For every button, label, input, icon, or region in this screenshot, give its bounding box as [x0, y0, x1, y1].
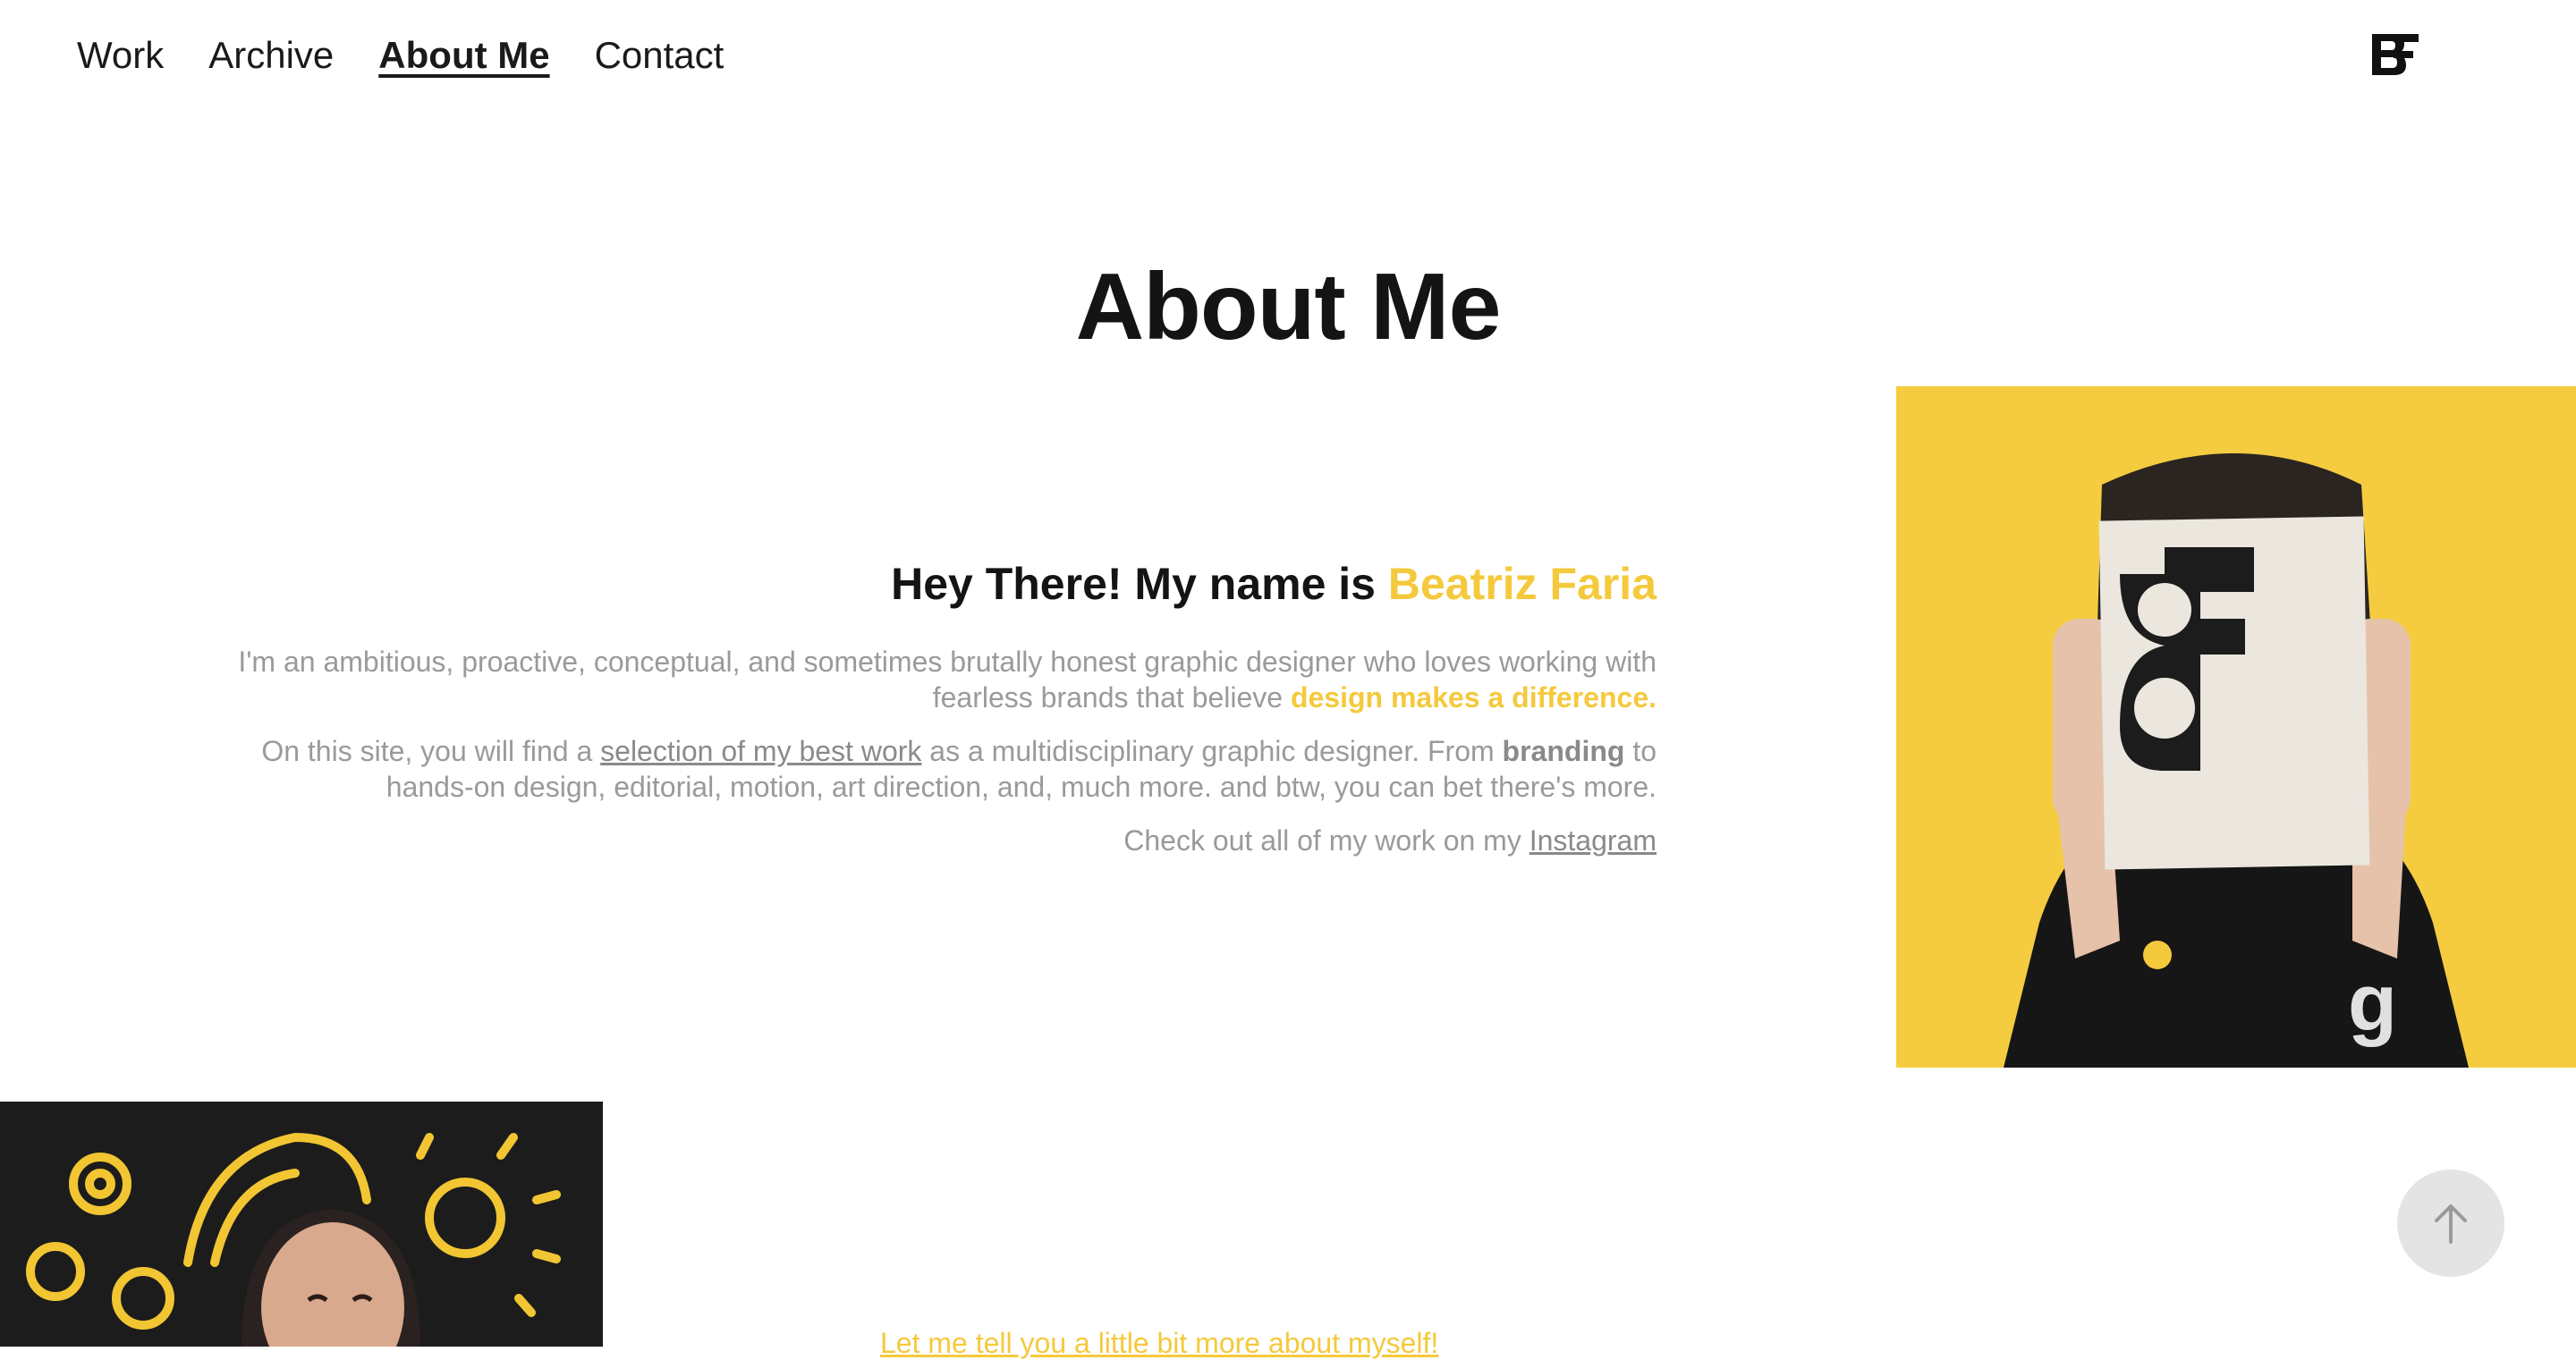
- person-holding-bf-sign-image: g: [1896, 386, 2576, 1068]
- branding-bold: branding: [1502, 735, 1625, 767]
- intro-paragraph-1: I'm an ambitious, proactive, conceptual,…: [233, 644, 1657, 715]
- intro-heading: Hey There! My name is Beatriz Faria: [233, 554, 1657, 613]
- designer-name: Beatriz Faria: [1387, 559, 1657, 609]
- nav-about-me[interactable]: About Me: [378, 30, 549, 80]
- hero-photo: g: [1896, 386, 2576, 1068]
- intro-p2-middle: as a multidisciplinary graphic designer.…: [921, 735, 1503, 767]
- intro-section: Hey There! My name is Beatriz Faria I'm …: [233, 554, 1657, 876]
- nav-contact[interactable]: Contact: [595, 30, 724, 80]
- greeting-text: Hey There! My name is: [891, 559, 1388, 609]
- main-nav: Work Archive About Me Contact: [77, 30, 724, 80]
- intro-p2-prefix: On this site, you will find a: [261, 735, 601, 767]
- page-title: About Me: [1075, 254, 1502, 359]
- intro-paragraph-3: Check out all of my work on my Instagram: [233, 823, 1657, 858]
- design-difference-highlight: design makes a difference.: [1290, 681, 1657, 714]
- more-about-me-teaser[interactable]: Let me tell you a little bit more about …: [880, 1327, 1438, 1360]
- nav-work[interactable]: Work: [77, 30, 164, 80]
- arrow-up-icon: [2435, 1204, 2467, 1244]
- intro-paragraph-2: On this site, you will find a selection …: [233, 733, 1657, 805]
- instagram-link[interactable]: Instagram: [1530, 824, 1657, 857]
- portrait-photo: [0, 1102, 603, 1347]
- bf-monogram-logo[interactable]: [2368, 30, 2420, 79]
- intro-p3-prefix: Check out all of my work on my: [1123, 824, 1530, 857]
- bf-logo-icon: [2372, 34, 2419, 75]
- best-work-link[interactable]: selection of my best work: [600, 735, 921, 767]
- svg-text:g: g: [2348, 959, 2397, 1048]
- scroll-to-top-button[interactable]: [2397, 1170, 2504, 1277]
- smiling-person-with-sun-doodles-image: [0, 1102, 603, 1347]
- nav-archive[interactable]: Archive: [208, 30, 334, 80]
